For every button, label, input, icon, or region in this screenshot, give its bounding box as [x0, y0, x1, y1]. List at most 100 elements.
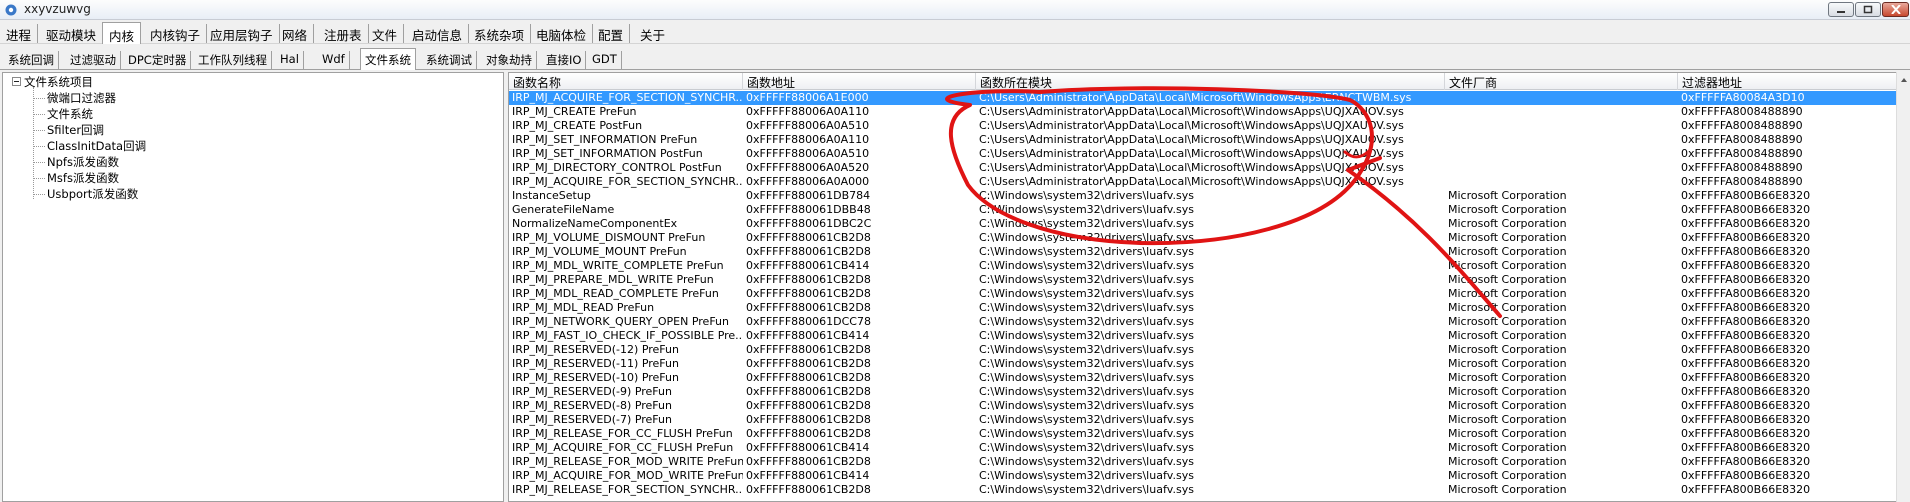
subtab-system-callbacks[interactable]: 系统回调 — [4, 51, 59, 69]
tab-user-hooks[interactable]: 应用层钩子 — [204, 24, 280, 43]
col-filter-address[interactable]: 过滤器地址 — [1678, 73, 1909, 90]
table-row[interactable]: IRP_MJ_ACQUIRE_FOR_CC_FLUSH PreFun 0xFFFF… — [509, 441, 1909, 455]
table-scrollbar[interactable] — [1896, 72, 1910, 502]
cell-vendor: Microsoft Corporation — [1448, 399, 1567, 412]
cell-filter-address: 0xFFFFFA800B66E8320 — [1681, 357, 1811, 370]
cell-function-name: IRP_MJ_RESERVED(-12) PreFun — [512, 343, 679, 356]
tab-process[interactable]: 进程 — [0, 24, 39, 43]
subtab-object-hijack[interactable]: 对象劫持 — [482, 51, 537, 69]
cell-vendor: Microsoft Corporation — [1448, 371, 1567, 384]
col-function-name[interactable]: 函数名称 — [509, 73, 743, 90]
tree-item-npfs[interactable]: Npfs派发函数 — [33, 154, 119, 169]
table-row[interactable]: IRP_MJ_RESERVED(-10) PreFun 0xFFFFF880061… — [509, 371, 1909, 385]
table-row[interactable]: IRP_MJ_FAST_IO_CHECK_IF_POSSIBLE Pre... 0… — [509, 329, 1909, 343]
cell-filter-address: 0xFFFFFA800B66E8320 — [1681, 315, 1811, 328]
table-row[interactable]: NormalizeNameComponentEx 0xFFFFF880061DBC… — [509, 217, 1909, 231]
cell-function-name: IRP_MJ_DIRECTORY_CONTROL PostFun — [512, 161, 722, 174]
table-row[interactable]: IRP_MJ_MDL_READ PreFun 0xFFFFF880061CB2D8… — [509, 301, 1909, 315]
table-row[interactable]: IRP_MJ_CREATE PostFun 0xFFFFF88006A0A510 C… — [509, 119, 1909, 133]
table-row[interactable]: IRP_MJ_DIRECTORY_CONTROL PostFun 0xFFFFF8… — [509, 161, 1909, 175]
tree-item-usbport[interactable]: Usbport派发函数 — [33, 186, 138, 201]
table-row[interactable]: IRP_MJ_RELEASE_FOR_MOD_WRITE PreFun 0xFFF… — [509, 455, 1909, 469]
table-row[interactable]: IRP_MJ_ACQUIRE_FOR_SECTION_SYNCHR... 0xFF… — [509, 91, 1909, 105]
tab-kernel-hooks[interactable]: 内核钩子 — [144, 24, 208, 43]
tree-item-sfilter[interactable]: Sfilter回调 — [33, 122, 104, 137]
table-row[interactable]: IRP_MJ_RELEASE_FOR_SECTION_SYNCHR... 0xFF… — [509, 483, 1909, 497]
subtab-system-debug[interactable]: 系统调试 — [422, 51, 477, 69]
maximize-button[interactable] — [1855, 2, 1881, 17]
table-row[interactable]: IRP_MJ_SET_INFORMATION PostFun 0xFFFFF880… — [509, 147, 1909, 161]
cell-module: C:\Windows\system32\drivers\luafv.sys — [979, 399, 1194, 412]
tab-startup[interactable]: 启动信息 — [406, 24, 470, 43]
col-vendor[interactable]: 文件厂商 — [1445, 73, 1678, 90]
cell-vendor: Microsoft Corporation — [1448, 189, 1567, 202]
table-row[interactable]: IRP_MJ_RESERVED(-8) PreFun 0xFFFFF880061C… — [509, 399, 1909, 413]
table-row[interactable]: IRP_MJ_PREPARE_MDL_WRITE PreFun 0xFFFFF88… — [509, 273, 1909, 287]
table-row[interactable]: IRP_MJ_MDL_READ_COMPLETE PreFun 0xFFFFF88… — [509, 287, 1909, 301]
minimize-icon — [1837, 11, 1845, 13]
cell-filter-address: 0xFFFFFA800B66E8320 — [1681, 399, 1811, 412]
table-row[interactable]: IRP_MJ_CREATE PreFun 0xFFFFF88006A0A110 C:… — [509, 105, 1909, 119]
table-row[interactable]: IRP_MJ_ACQUIRE_FOR_MOD_WRITE PreFun 0xFFF… — [509, 469, 1909, 483]
table-row[interactable]: IRP_MJ_RESERVED(-12) PreFun 0xFFFFF880061… — [509, 343, 1909, 357]
cell-function-address: 0xFFFFF88006A0A510 — [746, 119, 870, 132]
table-row[interactable]: IRP_MJ_RESERVED(-9) PreFun 0xFFFFF880061C… — [509, 385, 1909, 399]
table-row[interactable]: IRP_MJ_ACQUIRE_FOR_SECTION_SYNCHR... 0xFF… — [509, 175, 1909, 189]
tree-item-msfs[interactable]: Msfs派发函数 — [33, 170, 119, 185]
tree-item-minifilter[interactable]: 微端口过滤器 — [33, 90, 116, 105]
table-row[interactable]: InstanceSetup 0xFFFFF880061DB784 C:\Window… — [509, 189, 1909, 203]
tab-misc[interactable]: 系统杂项 — [468, 24, 532, 43]
table-row[interactable]: IRP_MJ_RELEASE_FOR_CC_FLUSH PreFun 0xFFFF… — [509, 427, 1909, 441]
cell-module: C:\Windows\system32\drivers\luafv.sys — [979, 273, 1194, 286]
cell-filter-address: 0xFFFFFA80084A3D10 — [1681, 91, 1805, 104]
tab-driver-modules[interactable]: 驱动模块 — [40, 24, 104, 43]
col-function-address[interactable]: 函数地址 — [743, 73, 976, 90]
cell-module: C:\Users\Administrator\AppData\Local\Mic… — [979, 119, 1404, 132]
cell-function-name: IRP_MJ_RELEASE_FOR_SECTION_SYNCHR... — [512, 483, 743, 496]
minimize-button[interactable] — [1828, 2, 1854, 17]
subtab-dpc-timers[interactable]: DPC定时器 — [124, 51, 192, 69]
table-row[interactable]: IRP_MJ_NETWORK_QUERY_OPEN PreFun 0xFFFFF8… — [509, 315, 1909, 329]
tab-file[interactable]: 文件 — [366, 24, 405, 43]
subtab-hal[interactable]: Hal — [276, 51, 304, 69]
col-module[interactable]: 函数所在模块 — [976, 73, 1445, 90]
table-row[interactable]: IRP_MJ_SET_INFORMATION PreFun 0xFFFFF8800… — [509, 133, 1909, 147]
table-body: IRP_MJ_ACQUIRE_FOR_SECTION_SYNCHR... 0xFF… — [509, 91, 1909, 497]
cell-function-address: 0xFFFFF880061CB2D8 — [746, 343, 871, 356]
gear-app-icon — [5, 4, 17, 16]
close-button[interactable] — [1882, 2, 1909, 17]
table-row[interactable]: IRP_MJ_MDL_WRITE_COMPLETE PreFun 0xFFFFF8… — [509, 259, 1909, 273]
table-row[interactable]: IRP_MJ_VOLUME_DISMOUNT PreFun 0xFFFFF8800… — [509, 231, 1909, 245]
subtab-filter-drivers[interactable]: 过滤驱动 — [66, 51, 121, 69]
table-row[interactable]: IRP_MJ_RESERVED(-7) PreFun 0xFFFFF880061C… — [509, 413, 1909, 427]
table-row[interactable]: GenerateFileName 0xFFFFF880061DBB48 C:\Win… — [509, 203, 1909, 217]
cell-vendor: Microsoft Corporation — [1448, 427, 1567, 440]
tab-registry[interactable]: 注册表 — [318, 24, 369, 43]
scroll-up-icon[interactable] — [1898, 74, 1910, 86]
cell-function-name: IRP_MJ_RESERVED(-9) PreFun — [512, 385, 672, 398]
tab-network[interactable]: 网络 — [276, 24, 315, 43]
cell-filter-address: 0xFFFFFA800B66E8320 — [1681, 245, 1811, 258]
subtab-work-queue-threads[interactable]: 工作队列线程 — [194, 51, 272, 69]
cell-function-name: IRP_MJ_MDL_WRITE_COMPLETE PreFun — [512, 259, 724, 272]
tab-config[interactable]: 配置 — [592, 24, 631, 43]
subtab-file-system[interactable]: 文件系统 — [360, 48, 416, 70]
cell-module: C:\Windows\system32\drivers\luafv.sys — [979, 217, 1194, 230]
subtab-direct-io[interactable]: 直接IO — [542, 51, 587, 69]
tab-about[interactable]: 关于 — [634, 24, 671, 43]
subtab-wdf[interactable]: Wdf — [318, 51, 350, 69]
cell-function-name: IRP_MJ_CREATE PreFun — [512, 105, 637, 118]
table-row[interactable]: IRP_MJ_VOLUME_MOUNT PreFun 0xFFFFF880061C… — [509, 245, 1909, 259]
tree-item-classinitdata[interactable]: ClassInitData回调 — [33, 138, 146, 153]
tab-checkup[interactable]: 电脑体检 — [530, 24, 594, 43]
cell-module: C:\Windows\system32\drivers\luafv.sys — [979, 203, 1194, 216]
table-row[interactable]: IRP_MJ_RESERVED(-11) PreFun 0xFFFFF880061… — [509, 357, 1909, 371]
cell-function-name: IRP_MJ_VOLUME_MOUNT PreFun — [512, 245, 687, 258]
cell-filter-address: 0xFFFFFA800B66E8320 — [1681, 413, 1811, 426]
cell-function-address: 0xFFFFF880061CB2D8 — [746, 273, 871, 286]
collapse-icon[interactable] — [12, 77, 21, 86]
tree-item-file-system[interactable]: 文件系统 — [33, 106, 93, 121]
cell-module: C:\Windows\system32\drivers\luafv.sys — [979, 371, 1194, 384]
tab-kernel[interactable]: 内核 — [102, 22, 142, 44]
subtab-gdt[interactable]: GDT — [588, 51, 622, 69]
